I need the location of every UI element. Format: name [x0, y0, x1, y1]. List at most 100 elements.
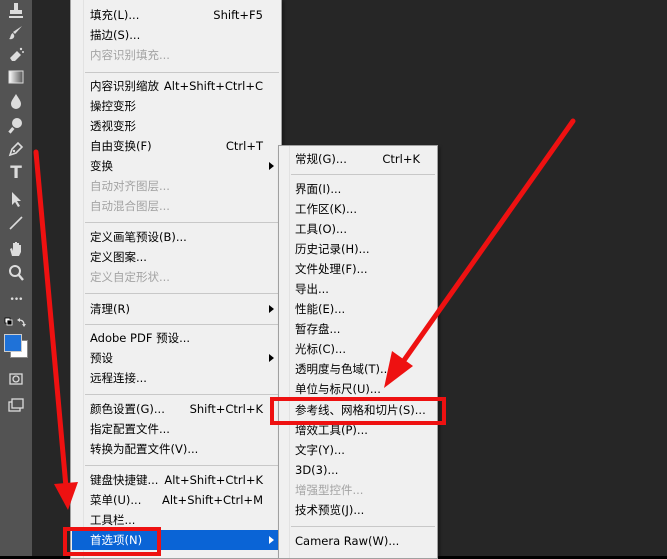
- preferences-submenu: 常规(G)... Ctrl+K 界面(I)... 工作区(K)... 工具(O)... 历…: [278, 145, 438, 559]
- gradient-icon[interactable]: [4, 66, 28, 88]
- submenu-item-label: 历史记录(H)...: [295, 242, 370, 256]
- menu-item: 定义自定形状...: [72, 267, 280, 287]
- submenu-arrow-icon: [269, 354, 274, 362]
- menu-item[interactable]: 菜单(U)... Alt+Shift+Ctrl+M: [72, 490, 280, 510]
- submenu-item[interactable]: 历史记录(H)...: [280, 239, 436, 259]
- submenu-item[interactable]: 导出...: [280, 279, 436, 299]
- type-icon[interactable]: T: [4, 162, 28, 184]
- menu-separator: [291, 174, 435, 175]
- menu-item-label: Adobe PDF 预设...: [90, 331, 191, 345]
- line-icon[interactable]: [4, 212, 28, 234]
- menu-item: 自动对齐图层...: [72, 176, 280, 196]
- menu-item[interactable]: 变换: [72, 156, 280, 176]
- guides-grid-slices-highlight-box: [270, 397, 446, 425]
- menu-item[interactable]: 描边(S)...: [72, 25, 280, 45]
- menu-item-shortcut: Ctrl+T: [225, 139, 263, 153]
- more-icon[interactable]: •••: [4, 289, 28, 311]
- submenu-item[interactable]: 常规(G)... Ctrl+K: [280, 149, 436, 169]
- screen-mode-icon[interactable]: [4, 394, 28, 416]
- menu-item[interactable]: 填充(L)... Shift+F5: [72, 5, 280, 25]
- menu-item-label: 预设: [90, 351, 113, 365]
- menu-item[interactable]: 自由变换(F) Ctrl+T: [72, 136, 280, 156]
- menu-item[interactable]: 键盘快捷键... Alt+Shift+Ctrl+K: [72, 470, 280, 490]
- submenu-item-label: Camera Raw(W)...: [295, 534, 400, 548]
- submenu-item[interactable]: 工具(O)...: [280, 219, 436, 239]
- menu-item[interactable]: 转换为配置文件(V)...: [72, 439, 280, 459]
- menu-item-label: 变换: [90, 159, 113, 173]
- submenu-item: 增强型控件...: [280, 480, 436, 500]
- submenu-item[interactable]: 界面(I)...: [280, 179, 436, 199]
- menu-item-shortcut: Alt+Shift+Ctrl+C: [163, 79, 263, 93]
- menu-item-shortcut: Alt+Shift+Ctrl+K: [164, 473, 263, 487]
- submenu-arrow-icon: [269, 305, 274, 313]
- menu-item[interactable]: 远程连接...: [72, 368, 280, 388]
- dodge-icon[interactable]: [4, 114, 28, 136]
- submenu-item-label: 增强型控件...: [295, 483, 364, 497]
- path-select-icon[interactable]: [4, 188, 28, 210]
- menu-item-label: 键盘快捷键...: [90, 473, 159, 487]
- menu-separator: [85, 324, 279, 325]
- menu-item-label: 内容识别缩放: [90, 79, 159, 93]
- color-swatches[interactable]: [4, 330, 28, 364]
- submenu-item[interactable]: 透明度与色域(T)...: [280, 359, 436, 379]
- menu-item-label: 转换为配置文件(V)...: [90, 442, 199, 456]
- submenu-item[interactable]: 技术预览(J)...: [280, 500, 436, 520]
- submenu-item[interactable]: 文件处理(F)...: [280, 259, 436, 279]
- submenu-item[interactable]: 光标(C)...: [280, 339, 436, 359]
- menu-item[interactable]: 预设: [72, 348, 280, 368]
- quick-mask-icon[interactable]: [4, 368, 28, 390]
- submenu-item-label: 文字(Y)...: [295, 443, 345, 457]
- menu-item-label: 远程连接...: [90, 371, 147, 385]
- menu-item[interactable]: 颜色设置(G)... Shift+Ctrl+K: [72, 399, 280, 419]
- submenu-arrow-icon: [269, 162, 274, 170]
- menu-separator: [85, 394, 279, 395]
- brush-icon[interactable]: [4, 22, 28, 44]
- submenu-item[interactable]: 暂存盘...: [280, 319, 436, 339]
- menu-item[interactable]: 操控变形: [72, 96, 280, 116]
- eraser-icon[interactable]: [4, 44, 28, 66]
- menu-item-label: 定义图案...: [90, 250, 147, 264]
- menu-item-label: 清理(R): [90, 302, 130, 316]
- menu-item: 自动混合图层...: [72, 196, 280, 216]
- submenu-arrow-icon: [269, 536, 274, 544]
- menu-separator: [85, 293, 279, 294]
- menu-item[interactable]: 定义画笔预设(B)...: [72, 227, 280, 247]
- submenu-item-label: 光标(C)...: [295, 342, 346, 356]
- submenu-item-label: 单位与标尺(U)...: [295, 382, 381, 396]
- edit-menu: 填充(L)... Shift+F5 描边(S)... 内容识别填充... 内容识别缩放 A…: [70, 0, 282, 559]
- submenu-item-label: 性能(E)...: [295, 302, 346, 316]
- tools-panel: T •••: [0, 0, 32, 556]
- submenu-item-label: 常规(G)...: [295, 152, 347, 166]
- menu-item-label: 定义画笔预设(B)...: [90, 230, 187, 244]
- submenu-item[interactable]: 3D(3)...: [280, 460, 436, 480]
- foreground-color-swatch[interactable]: [4, 334, 22, 352]
- stamp-icon[interactable]: [4, 0, 28, 22]
- submenu-item-label: 技术预览(J)...: [295, 503, 365, 517]
- submenu-item[interactable]: 文字(Y)...: [280, 440, 436, 460]
- pen-icon[interactable]: [4, 138, 28, 160]
- menu-item[interactable]: Adobe PDF 预设...: [72, 328, 280, 348]
- preferences-highlight-box: [63, 527, 161, 556]
- menu-item-label: 描边(S)...: [90, 28, 141, 42]
- menu-item: 内容识别填充...: [72, 45, 280, 65]
- submenu-item[interactable]: 性能(E)...: [280, 299, 436, 319]
- menu-item-label: 定义自定形状...: [90, 270, 170, 284]
- submenu-item-label: 文件处理(F)...: [295, 262, 368, 276]
- zoom-icon[interactable]: [4, 262, 28, 284]
- menu-item-label: 填充(L)...: [90, 8, 140, 22]
- menu-item-label: 自由变换(F): [90, 139, 152, 153]
- hand-icon[interactable]: [4, 238, 28, 260]
- menu-item[interactable]: 清理(R): [72, 299, 280, 319]
- submenu-item-label: 工作区(K)...: [295, 202, 357, 216]
- menu-separator: [85, 222, 279, 223]
- menu-separator: [291, 526, 435, 527]
- submenu-item[interactable]: 单位与标尺(U)...: [280, 379, 436, 399]
- menu-item-label: 自动混合图层...: [90, 199, 170, 213]
- submenu-item[interactable]: Camera Raw(W)...: [280, 531, 436, 551]
- menu-item[interactable]: 透视变形: [72, 116, 280, 136]
- menu-item[interactable]: 指定配置文件...: [72, 419, 280, 439]
- menu-item[interactable]: 定义图案...: [72, 247, 280, 267]
- submenu-item[interactable]: 工作区(K)...: [280, 199, 436, 219]
- blur-drop-icon[interactable]: [4, 90, 28, 112]
- menu-item[interactable]: 内容识别缩放 Alt+Shift+Ctrl+C: [72, 76, 280, 96]
